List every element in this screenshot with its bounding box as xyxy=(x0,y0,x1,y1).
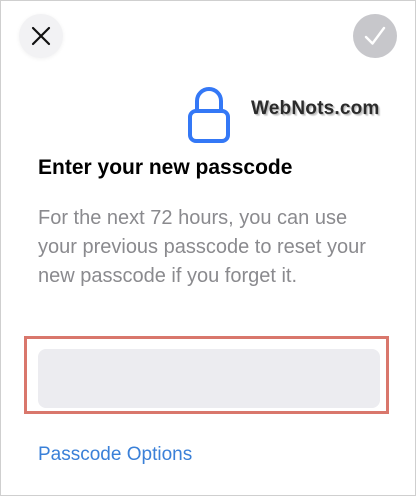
close-button[interactable] xyxy=(19,14,63,58)
close-icon xyxy=(31,26,51,46)
description-text: For the next 72 hours, you can use your … xyxy=(38,207,366,287)
passcode-sheet: WebNots.com Enter your new passcode For … xyxy=(0,0,416,496)
checkmark-icon xyxy=(364,26,386,45)
passcode-input[interactable] xyxy=(38,349,380,408)
confirm-button[interactable] xyxy=(353,14,397,58)
watermark-text: WebNots.com xyxy=(251,98,380,119)
lock-icon xyxy=(188,87,230,143)
page-title: Enter your new passcode xyxy=(38,156,293,179)
passcode-options-link[interactable]: Passcode Options xyxy=(38,444,192,466)
